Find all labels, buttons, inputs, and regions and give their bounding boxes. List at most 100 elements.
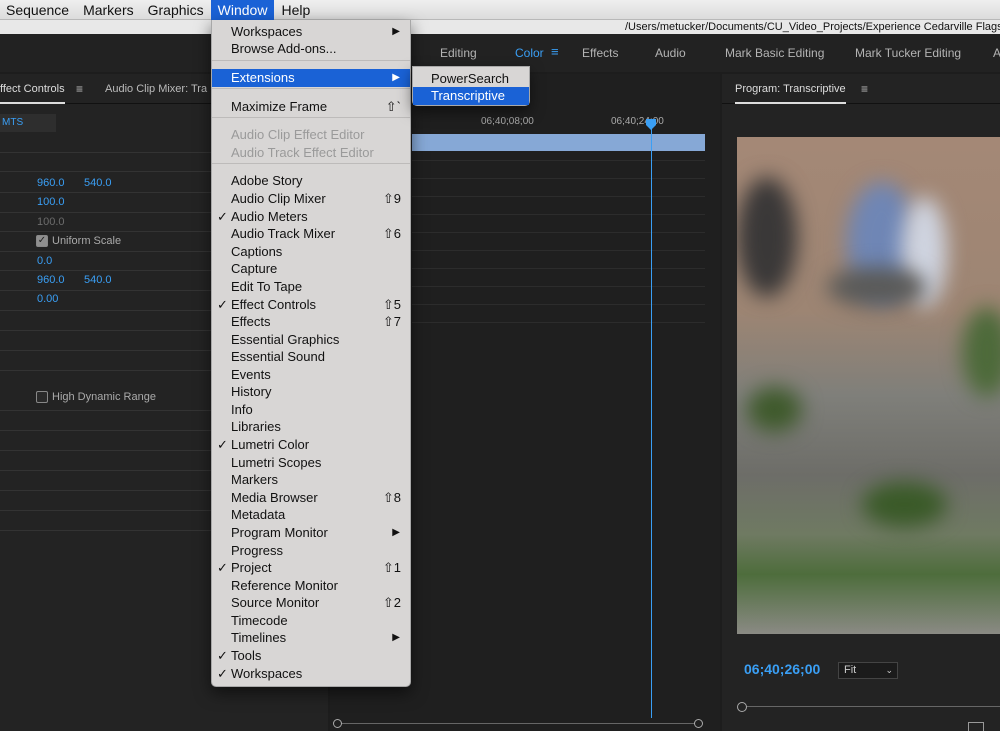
menu-item-markers[interactable]: Markers	[212, 471, 410, 489]
anchor-x-value[interactable]: 960.0	[37, 274, 65, 286]
keyboard-shortcut: ⇧`	[385, 99, 401, 114]
anti-flicker-value[interactable]: 0.00	[37, 293, 58, 305]
checkbox-unchecked-icon	[36, 391, 48, 403]
high-dynamic-range-checkbox[interactable]: High Dynamic Range	[36, 391, 156, 403]
keyboard-shortcut: ⇧6	[382, 226, 401, 241]
tab-audio-clip-mixer[interactable]: Audio Clip Mixer: Tra	[105, 83, 207, 95]
workspace-tab-overflow[interactable]: A	[993, 46, 1000, 60]
hamburger-icon[interactable]: ≡	[551, 44, 559, 59]
keyboard-shortcut: ⇧8	[382, 490, 401, 505]
position-x-value[interactable]: 960.0	[37, 177, 65, 189]
playhead-line[interactable]	[651, 124, 652, 718]
hamburger-icon[interactable]: ≡	[76, 82, 83, 96]
menu-item-label: Audio Meters	[231, 209, 308, 224]
menu-item-effect-controls[interactable]: ✓ Effect Controls ⇧5	[212, 296, 410, 314]
menu-graphics[interactable]: Graphics	[141, 0, 211, 20]
submenu-item-powersearch[interactable]: PowerSearch	[413, 70, 529, 88]
workspace-tab-mark-basic-editing[interactable]: Mark Basic Editing	[725, 46, 824, 60]
keyboard-shortcut: ⇧7	[382, 314, 401, 329]
uniform-scale-checkbox[interactable]: ✓ Uniform Scale	[36, 235, 121, 247]
menu-item-project[interactable]: ✓ Project ⇧1	[212, 559, 410, 577]
export-frame-icon[interactable]	[968, 722, 984, 731]
menu-item-workspaces[interactable]: ✓ Workspaces	[212, 665, 410, 683]
scrollbar-handle[interactable]	[737, 702, 747, 712]
position-y-value[interactable]: 540.0	[84, 177, 112, 189]
menu-separator	[212, 163, 410, 164]
submenu-arrow-icon: ▶	[392, 26, 400, 37]
menu-item-timecode[interactable]: Timecode	[212, 612, 410, 630]
program-timecode[interactable]: 06;40;26;00	[744, 661, 820, 677]
menu-item-workspaces[interactable]: Workspaces ▶	[212, 23, 410, 41]
menu-item-progress[interactable]: Progress	[212, 542, 410, 560]
tab-effect-controls[interactable]: ffect Controls	[0, 83, 65, 104]
menu-item-extensions[interactable]: Extensions ▶	[212, 69, 410, 87]
menu-item-essential-sound[interactable]: Essential Sound	[212, 348, 410, 366]
clip-tab-mts[interactable]: MTS	[0, 114, 56, 132]
hamburger-icon[interactable]: ≡	[861, 82, 868, 96]
menu-item-lumetri-color[interactable]: ✓ Lumetri Color	[212, 436, 410, 454]
blurred-shrub	[862, 482, 947, 527]
menu-sequence[interactable]: Sequence	[0, 0, 76, 20]
menu-item-metadata[interactable]: Metadata	[212, 506, 410, 524]
menu-item-label: Workspaces	[231, 24, 303, 39]
menu-item-audio-track-mixer[interactable]: Audio Track Mixer ⇧6	[212, 225, 410, 243]
menu-item-label: Essential Graphics	[231, 332, 340, 347]
menu-window[interactable]: Window	[210, 0, 275, 20]
timeline-scrollbar[interactable]	[333, 718, 703, 729]
keyboard-shortcut: ⇧1	[382, 560, 401, 575]
timeline-clip[interactable]	[412, 134, 705, 151]
menu-help[interactable]: Help	[274, 0, 317, 20]
scrollbar-start-handle[interactable]	[333, 719, 342, 728]
menu-item-program-monitor[interactable]: Program Monitor ▶	[212, 524, 410, 542]
keyboard-shortcut: ⇧9	[382, 191, 401, 206]
workspace-tab-editing[interactable]: Editing	[440, 46, 477, 60]
menu-separator	[212, 88, 410, 89]
menu-item-source-monitor[interactable]: Source Monitor ⇧2	[212, 594, 410, 612]
menu-item-adobe-story[interactable]: Adobe Story	[212, 172, 410, 190]
menu-item-info[interactable]: Info	[212, 401, 410, 419]
menu-item-capture[interactable]: Capture	[212, 260, 410, 278]
menu-item-tools[interactable]: ✓ Tools	[212, 647, 410, 665]
anchor-y-value[interactable]: 540.0	[84, 274, 112, 286]
workspace-tab-color[interactable]: Color	[515, 46, 544, 60]
workspace-tab-mark-tucker-editing[interactable]: Mark Tucker Editing	[855, 46, 961, 60]
workspace-tab-effects[interactable]: Effects	[582, 46, 618, 60]
tab-program-monitor[interactable]: Program: Transcriptive	[735, 83, 846, 104]
menu-item-events[interactable]: Events	[212, 366, 410, 384]
track-divider	[412, 304, 705, 305]
scale-value[interactable]: 100.0	[37, 196, 65, 208]
menu-item-maximize-frame[interactable]: Maximize Frame ⇧`	[212, 98, 410, 116]
menu-item-essential-graphics[interactable]: Essential Graphics	[212, 331, 410, 349]
window-title-path: /Users/metucker/Documents/CU_Video_Proje…	[625, 21, 1000, 33]
menu-item-label: Events	[231, 367, 271, 382]
scrollbar-track	[341, 723, 695, 724]
menu-item-edit-to-tape[interactable]: Edit To Tape	[212, 278, 410, 296]
menu-item-label: Libraries	[231, 419, 281, 434]
menu-item-label: Audio Track Mixer	[231, 226, 336, 241]
menu-item-captions[interactable]: Captions	[212, 243, 410, 261]
checkmark-icon: ✓	[217, 297, 228, 312]
menu-item-audio-meters[interactable]: ✓ Audio Meters	[212, 208, 410, 226]
menu-item-lumetri-scopes[interactable]: Lumetri Scopes	[212, 454, 410, 472]
submenu-item-transcriptive[interactable]: Transcriptive	[413, 87, 529, 105]
rotation-value[interactable]: 0.0	[37, 255, 52, 267]
menu-item-audio-clip-mixer[interactable]: Audio Clip Mixer ⇧9	[212, 190, 410, 208]
menu-markers[interactable]: Markers	[76, 0, 141, 20]
menu-item-reference-monitor[interactable]: Reference Monitor	[212, 577, 410, 595]
playhead-icon[interactable]	[645, 119, 657, 131]
menu-item-libraries[interactable]: Libraries	[212, 418, 410, 436]
menu-item-media-browser[interactable]: Media Browser ⇧8	[212, 489, 410, 507]
menu-item-label: Effects	[231, 314, 271, 329]
workspace-tab-audio[interactable]: Audio	[655, 46, 686, 60]
blurred-table	[827, 267, 927, 307]
menu-item-history[interactable]: History	[212, 383, 410, 401]
track-divider	[412, 250, 705, 251]
menu-item-effects[interactable]: Effects ⇧7	[212, 313, 410, 331]
fit-zoom-select[interactable]: Fit ⌄	[838, 662, 898, 679]
menu-item-timelines[interactable]: Timelines ▶	[212, 629, 410, 647]
submenu-arrow-icon: ▶	[392, 72, 400, 83]
track-divider	[412, 232, 705, 233]
program-scrollbar[interactable]	[737, 700, 1000, 714]
scrollbar-end-handle[interactable]	[694, 719, 703, 728]
menu-item-browse-add-ons[interactable]: Browse Add-ons...	[212, 40, 410, 58]
